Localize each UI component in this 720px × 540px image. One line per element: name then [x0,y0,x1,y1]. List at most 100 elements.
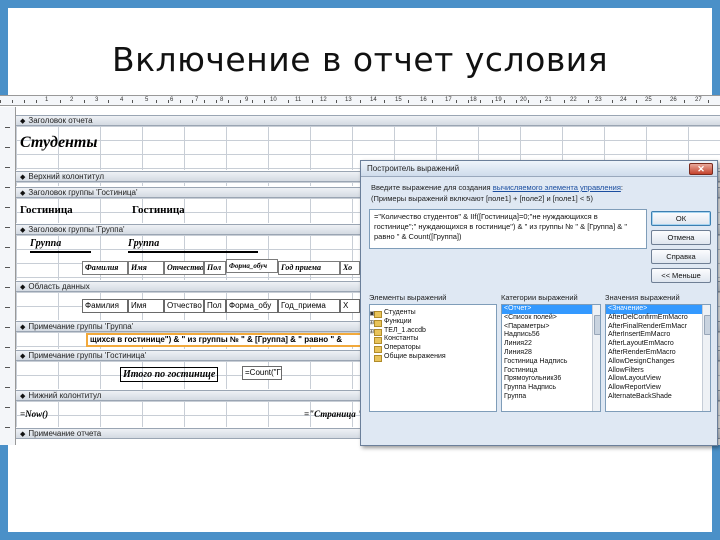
detail-field[interactable]: Имя [128,299,164,313]
list-item[interactable]: <Значение> [606,305,710,314]
ruler-number: 1 [44,96,50,105]
tree-item[interactable]: Общие выражения [370,353,496,362]
ruler-number: 26 [669,96,678,105]
ok-button[interactable]: ОК [651,211,711,226]
list-item[interactable]: AllowReportView [606,384,710,393]
list-item[interactable]: AfterRenderEmMacro [606,349,710,358]
elements-column-header: Элементы выражений [369,293,447,302]
tree-item[interactable]: ⊞ Функции [370,318,496,327]
ruler-number: 12 [319,96,328,105]
list-item[interactable]: <Список полей> [502,314,600,323]
hint-link[interactable]: вычисляемого элемента управления [493,183,621,192]
list-item[interactable]: Линия22 [502,340,600,349]
ruler-number: 9 [244,96,250,105]
hostel-total-field[interactable]: =Count("Г [242,366,282,380]
column-label[interactable]: Год приема [278,261,340,275]
detail-field[interactable]: Пол [204,299,226,313]
ruler-number: 13 [344,96,353,105]
ruler-number: 25 [644,96,653,105]
ruler-number: 14 [369,96,378,105]
ruler-number: 5 [144,96,150,105]
scrollbar[interactable] [592,305,600,411]
section-label: Заголовок группы 'Группа' [28,225,125,234]
dialog-example-hint: (Примеры выражений включают [поле1] + [п… [371,194,593,203]
list-item[interactable]: Гостиница [502,367,600,376]
ruler-number: 11 [294,96,303,105]
ruler-number: 16 [419,96,428,105]
ruler-number: 17 [444,96,453,105]
cancel-button[interactable]: Отмена [651,230,711,245]
expression-input[interactable]: ="Количество студентов" & IIf([Гостиница… [369,209,647,249]
ruler-number: 3 [94,96,100,105]
selected-count-expression-field[interactable]: щихся в гостинице") & " из группы № " & … [86,333,376,347]
column-label[interactable]: Фамилия [82,261,128,275]
column-label[interactable]: Имя [128,261,164,275]
group-label[interactable]: Группа [30,237,92,253]
less-button[interactable]: << Меньше [651,268,711,283]
list-item[interactable]: AfterInsertEmMacro [606,331,710,340]
ruler-number: 23 [594,96,603,105]
values-list[interactable]: <Значение> AfterDelConfirmEmMacro AfterF… [605,304,711,412]
list-item[interactable]: Прямоугольник36 [502,375,600,384]
list-item[interactable]: AlternateBackShade [606,393,710,402]
section-label: Верхний колонтитул [28,172,104,181]
tree-item[interactable]: Операторы [370,344,496,353]
section-label: Заголовок отчета [28,116,93,125]
slide-title: Включение в отчет условия [111,40,609,79]
vertical-ruler [0,107,16,445]
categories-list[interactable]: <Отчет> <Список полей> <Параметры> Надпи… [501,304,601,412]
list-item[interactable]: AllowFilters [606,367,710,376]
hostel-total-label[interactable]: Итого по гостинице [120,367,219,382]
ruler-number: 21 [544,96,553,105]
ruler-number: 7 [194,96,200,105]
list-item[interactable]: AfterFinalRenderEmMacr [606,323,710,332]
scrollbar[interactable] [702,305,710,411]
hostel-label[interactable]: Гостиница [20,203,73,217]
close-icon[interactable]: ✕ [689,163,713,175]
ruler-number: 4 [119,96,125,105]
list-item[interactable]: Группа Надпись [502,384,600,393]
ruler-number: 19 [494,96,503,105]
section-label: Примечание отчета [28,429,102,438]
list-item[interactable]: Надпись56 [502,331,600,340]
ruler-number: 8 [219,96,225,105]
detail-field[interactable]: Форма_обу [226,299,278,313]
section-label: Примечание группы 'Гостиница' [28,351,147,360]
list-item[interactable]: Линия28 [502,349,600,358]
ruler-number: 24 [619,96,628,105]
column-label[interactable]: Отчество [164,261,204,275]
categories-column-header: Категории выражений [501,293,578,302]
elements-tree[interactable]: ▣ Студенты ⊞ Функции ⊞ ТЕЛ_1.accdb Констант… [369,304,497,412]
hostel-value-field[interactable]: Гостиница [132,203,185,217]
report-title-field[interactable]: Студенты [20,132,97,154]
list-item[interactable]: AfterDelConfirmEmMacro [606,314,710,323]
section-label: Нижний колонтитул [28,391,102,400]
list-item[interactable]: Гостиница Надпись [502,358,600,367]
section-report-header[interactable]: ◆ Заголовок отчета [16,115,720,126]
ruler-number: 18 [469,96,478,105]
tree-item[interactable]: Константы [370,335,496,345]
list-item[interactable]: AllowDesignChanges [606,358,710,367]
page-footer-now-field[interactable]: =Now() [20,407,48,421]
detail-field[interactable]: Год_приема [278,299,340,313]
group-value-field[interactable]: Группа [128,237,258,253]
help-button[interactable]: Справка [651,249,711,264]
detail-field[interactable]: Х [340,299,360,313]
column-label[interactable]: Форма_обуч [226,259,278,273]
section-label: Заголовок группы 'Гостиница' [28,188,138,197]
list-item[interactable]: <Параметры> [502,323,600,332]
column-label[interactable]: Хо [340,261,360,275]
list-item[interactable]: AfterLayoutEmMacro [606,340,710,349]
list-item[interactable]: Группа [502,393,600,402]
column-label[interactable]: Пол [204,261,226,275]
dialog-hint: Введите выражение для создания вычисляем… [371,183,623,192]
detail-field[interactable]: Отчество [164,299,204,313]
list-item[interactable]: AllowLayoutView [606,375,710,384]
tree-item[interactable]: ⊞ ТЕЛ_1.accdb [370,327,496,336]
detail-field[interactable]: Фамилия [82,299,128,313]
list-item[interactable]: <Отчет> [502,305,600,314]
tree-item[interactable]: ▣ Студенты [370,309,496,318]
ruler-number: 2 [69,96,75,105]
ruler-number: 6 [169,96,175,105]
ruler-number: 10 [269,96,278,105]
